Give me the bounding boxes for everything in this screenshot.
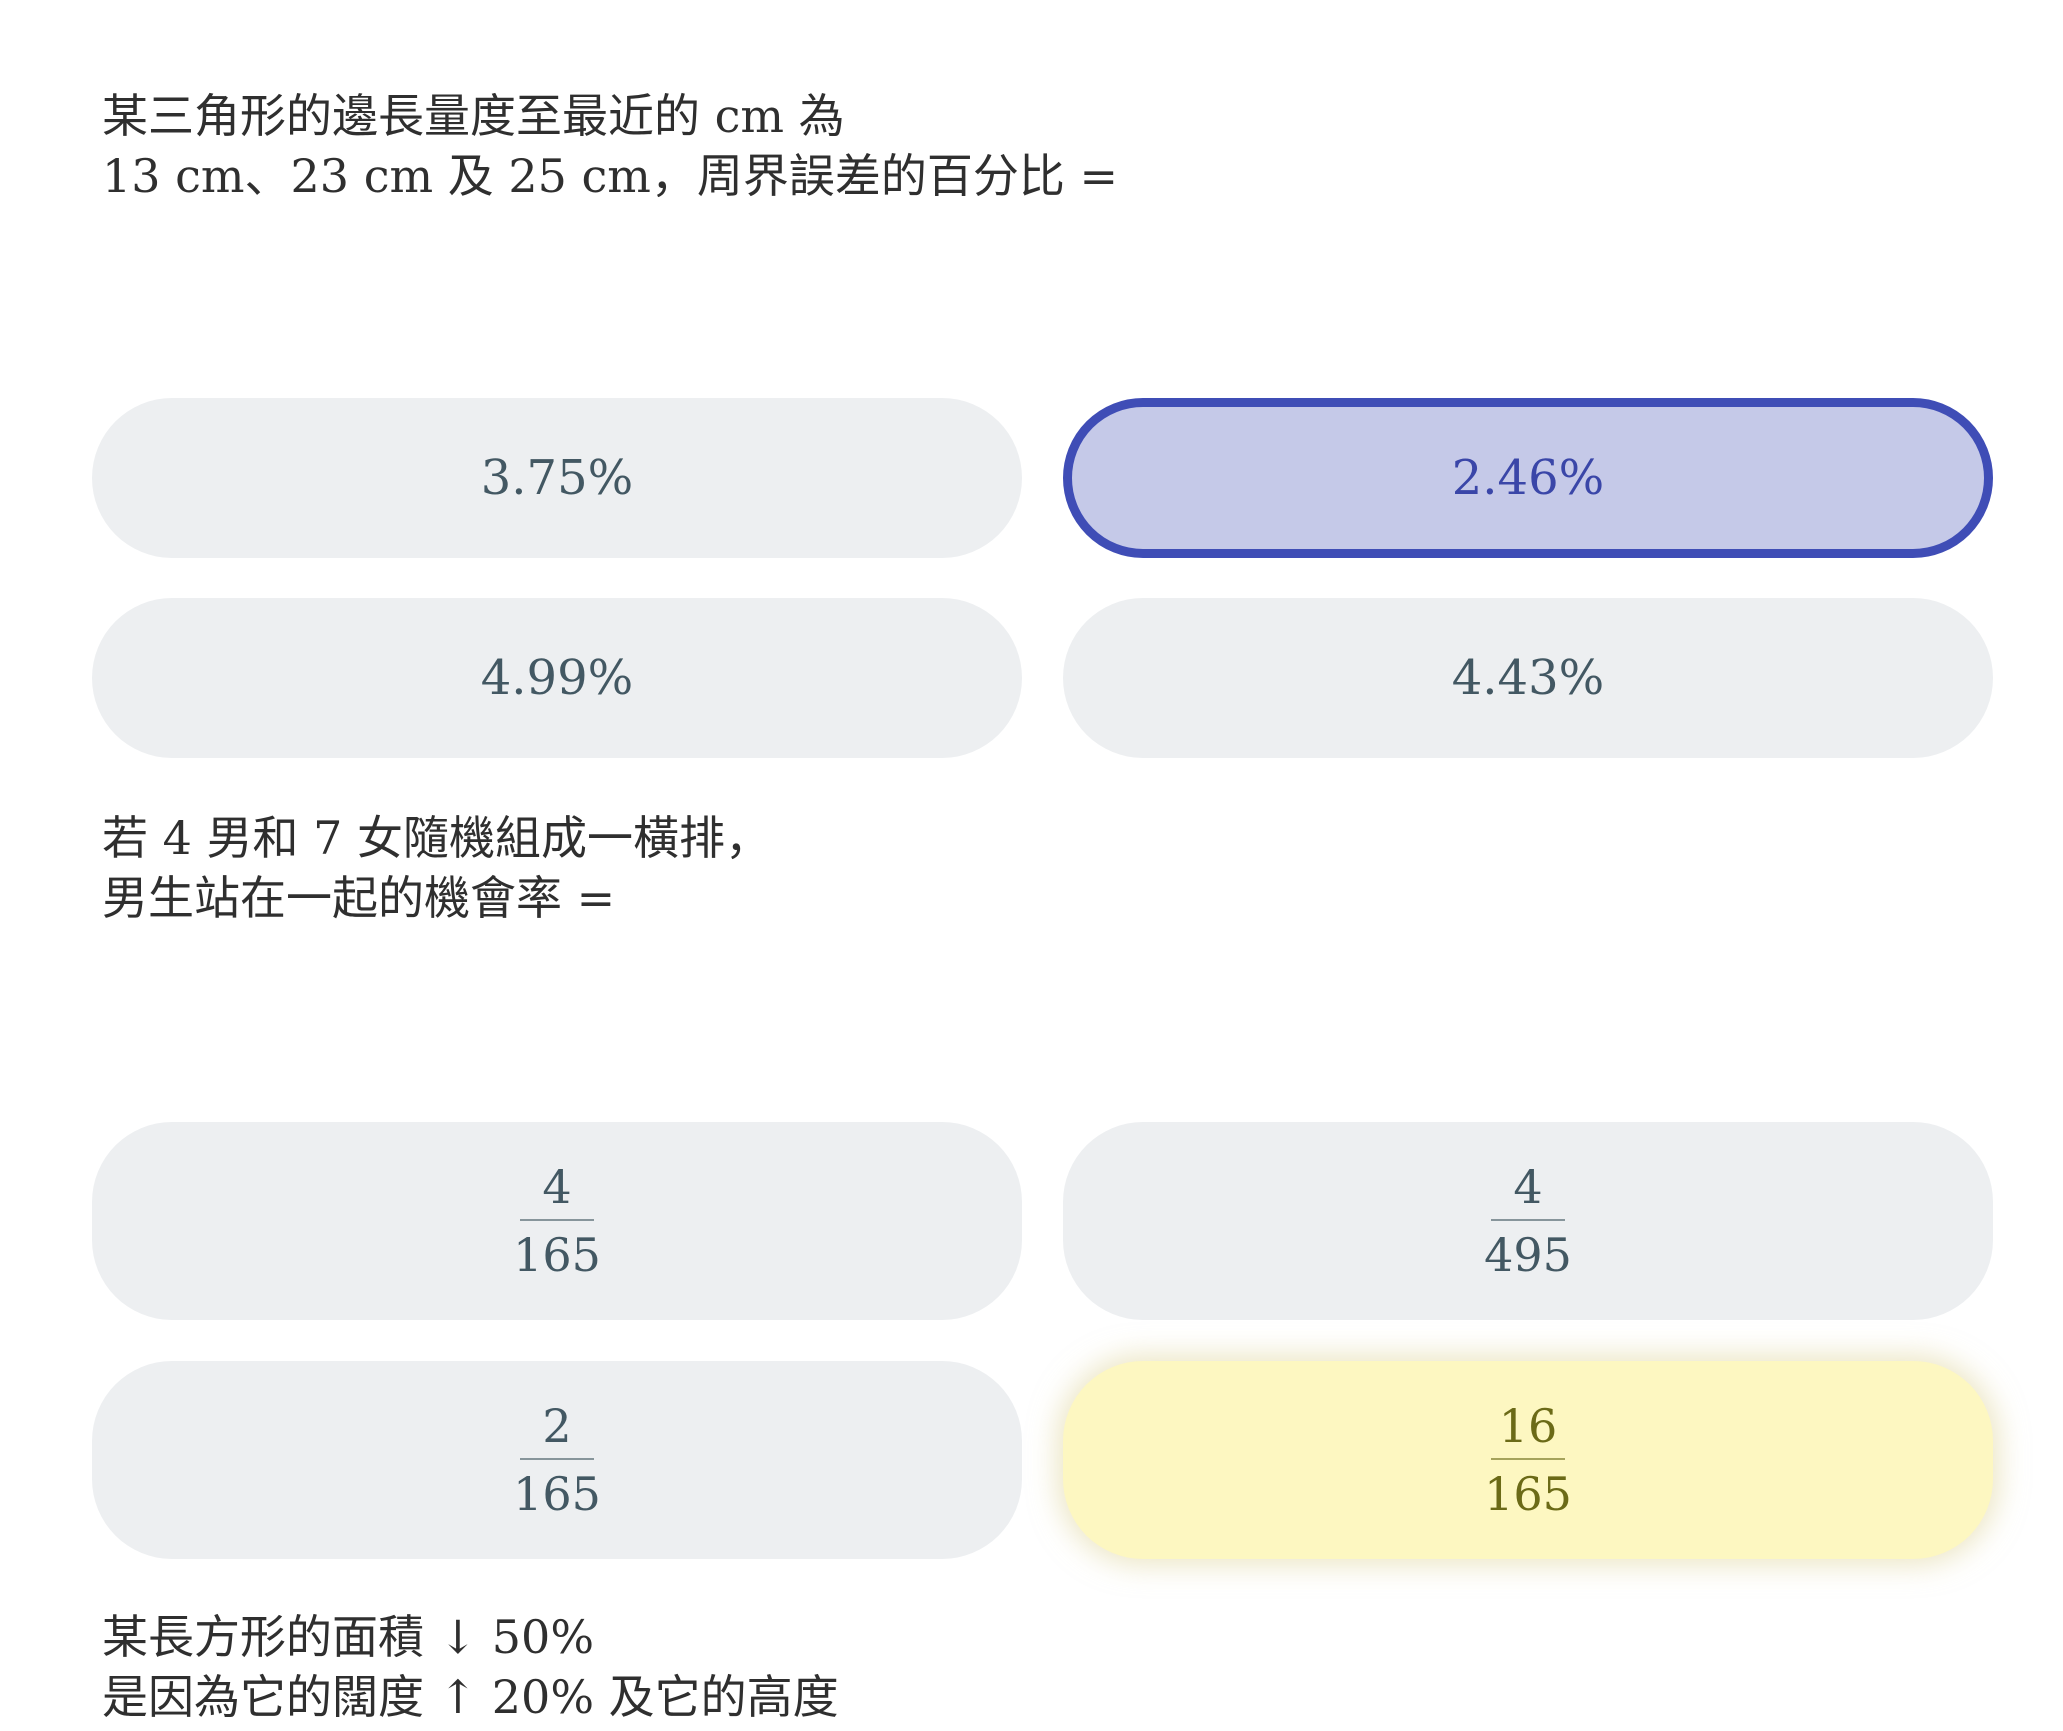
q2-option-c-fraction: 2 165: [505, 1398, 609, 1522]
q2-option-c[interactable]: 2 165: [92, 1361, 1022, 1559]
question-2-line-2: 男生站在一起的機會率 =: [102, 871, 616, 925]
q1-option-d-label: 4.43%: [1451, 650, 1605, 706]
question-3-line-2: 是因為它的闊度 ↑ 20% 及它的高度: [102, 1670, 839, 1724]
fraction-bar: [1491, 1458, 1565, 1460]
q2-option-a-numerator: 4: [542, 1160, 572, 1214]
q2-option-b[interactable]: 4 495: [1063, 1122, 1993, 1320]
q1-option-c-label: 4.99%: [480, 650, 634, 706]
q2-option-c-denominator: 165: [513, 1467, 601, 1521]
question-3-line-1: 某長方形的面積 ↓ 50%: [102, 1610, 595, 1664]
q2-option-a-denominator: 165: [513, 1228, 601, 1282]
question-2-line-1: 若 4 男和 7 女隨機組成一橫排，: [102, 811, 772, 865]
q1-option-c[interactable]: 4.99%: [92, 598, 1022, 758]
q2-option-a-fraction: 4 165: [505, 1159, 609, 1283]
question-1-text: 某三角形的邊長量度至最近的 cm 為 13 cm、23 cm 及 25 cm，周…: [102, 86, 1118, 206]
q2-option-b-denominator: 495: [1484, 1228, 1572, 1282]
fraction-bar: [520, 1219, 594, 1221]
q2-option-d-fraction: 16 165: [1476, 1398, 1580, 1522]
fraction-bar: [1491, 1219, 1565, 1221]
q2-option-d-denominator: 165: [1484, 1467, 1572, 1521]
q2-option-a[interactable]: 4 165: [92, 1122, 1022, 1320]
question-3-text: 某長方形的面積 ↓ 50% 是因為它的闊度 ↑ 20% 及它的高度: [102, 1607, 839, 1727]
q2-option-d-highlighted[interactable]: 16 165: [1063, 1361, 1993, 1559]
fraction-bar: [520, 1458, 594, 1460]
q2-option-b-numerator: 4: [1513, 1160, 1543, 1214]
q1-option-b-selected[interactable]: 2.46%: [1063, 398, 1993, 558]
q1-option-a[interactable]: 3.75%: [92, 398, 1022, 558]
q1-option-a-label: 3.75%: [480, 450, 634, 506]
q2-option-c-numerator: 2: [542, 1399, 572, 1453]
q1-option-d[interactable]: 4.43%: [1063, 598, 1993, 758]
question-1-line-1: 某三角形的邊長量度至最近的 cm 為: [102, 89, 845, 143]
q1-option-b-label: 2.46%: [1451, 450, 1605, 506]
q2-option-b-fraction: 4 495: [1476, 1159, 1580, 1283]
question-1-line-2: 13 cm、23 cm 及 25 cm，周界誤差的百分比 =: [102, 149, 1119, 203]
question-2-text: 若 4 男和 7 女隨機組成一橫排， 男生站在一起的機會率 =: [102, 808, 771, 928]
q2-option-d-numerator: 16: [1498, 1399, 1558, 1453]
